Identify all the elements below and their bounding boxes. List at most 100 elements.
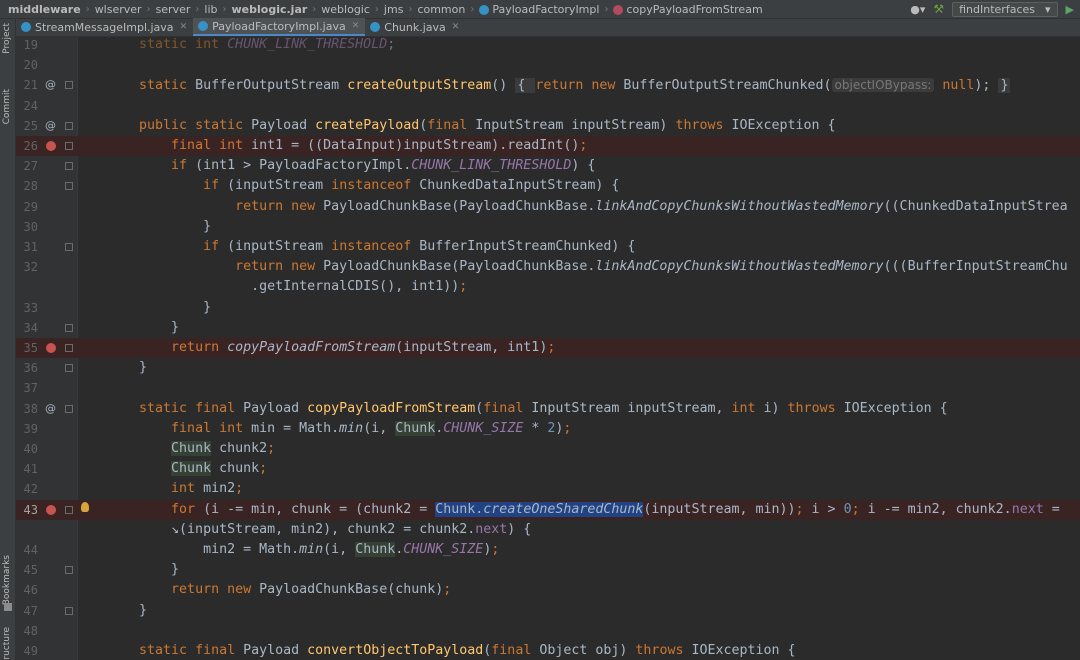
run-icon[interactable]: ▶ — [1066, 3, 1074, 16]
line-number[interactable]: 29 — [16, 197, 38, 217]
code-text[interactable]: if (int1 > PayloadFactoryImpl.CHUNK_LINK… — [107, 156, 595, 176]
fold-icon[interactable] — [65, 81, 73, 90]
code-text[interactable]: final int int1 = ((DataInput)inputStream… — [107, 136, 587, 156]
project-tool-button[interactable]: Project — [2, 23, 12, 54]
code-text[interactable]: final int min = Math.min(i, Chunk.CHUNK_… — [107, 419, 571, 439]
commit-tool-button[interactable]: Commit — [2, 89, 12, 124]
line-number[interactable]: 26 — [16, 136, 38, 156]
code-text[interactable]: return new PayloadChunkBase(PayloadChunk… — [107, 197, 1068, 217]
override-marker-icon[interactable]: @ — [45, 402, 56, 416]
code-text[interactable]: } — [107, 318, 179, 338]
line-number[interactable]: 35 — [16, 338, 38, 358]
line-number[interactable]: 38 — [16, 399, 38, 419]
lightbulb-icon[interactable] — [81, 501, 89, 512]
code-text[interactable]: if (inputStream instanceof ChunkedDataIn… — [107, 176, 619, 196]
line-number[interactable]: 48 — [16, 621, 38, 641]
fold-icon[interactable] — [65, 121, 73, 130]
fold-icon[interactable] — [65, 142, 73, 150]
breakpoint-icon[interactable] — [46, 141, 56, 151]
breakpoint-icon[interactable] — [46, 504, 56, 515]
close-icon[interactable]: ✕ — [352, 21, 360, 31]
line-number[interactable]: 20 — [16, 55, 38, 75]
override-marker-icon[interactable]: @ — [45, 119, 56, 133]
code-text[interactable]: return new PayloadChunkBase(chunk); — [107, 580, 451, 600]
fold-icon[interactable] — [65, 162, 73, 171]
code-text[interactable]: .getInternalCDIS(), int1)); — [107, 277, 467, 297]
fold-icon[interactable] — [65, 364, 73, 373]
line-number[interactable]: 36 — [16, 358, 38, 378]
line-number[interactable]: 32 — [16, 257, 38, 277]
fold-icon[interactable] — [65, 243, 73, 251]
fold-icon[interactable] — [65, 566, 73, 575]
line-number[interactable]: 46 — [16, 580, 38, 600]
structure-tool-button[interactable]: Structure — [2, 627, 12, 660]
close-icon[interactable]: ✕ — [180, 22, 188, 32]
code-text[interactable]: } — [107, 601, 147, 621]
code-text[interactable]: static final Payload copyPayloadFromStre… — [107, 399, 948, 419]
code-text[interactable]: } — [107, 298, 211, 318]
code-text[interactable]: return copyPayloadFromStream(inputStream… — [107, 338, 555, 358]
fold-icon[interactable] — [65, 505, 73, 514]
code-text[interactable]: } — [107, 560, 179, 580]
breadcrumb-item[interactable]: jms — [384, 3, 404, 16]
line-number[interactable]: 39 — [16, 419, 38, 439]
code-text[interactable]: static int CHUNK_LINK_THRESHOLD; — [107, 37, 395, 55]
line-number[interactable]: 28 — [16, 176, 38, 196]
code-text[interactable]: if (inputStream instanceof BufferInputSt… — [107, 237, 635, 257]
close-icon[interactable]: ✕ — [452, 22, 460, 32]
line-number[interactable]: 19 — [16, 37, 38, 55]
line-number[interactable]: 41 — [16, 459, 38, 479]
run-configuration-select[interactable]: findInterfaces ▾ — [952, 1, 1058, 17]
line-number[interactable]: 21 — [16, 75, 38, 95]
line-number[interactable]: 34 — [16, 318, 38, 338]
line-number[interactable]: 33 — [16, 298, 38, 318]
code-text[interactable]: return new PayloadChunkBase(PayloadChunk… — [107, 257, 1068, 277]
line-number[interactable]: 40 — [16, 439, 38, 459]
breadcrumb-item[interactable]: middleware — [8, 3, 81, 16]
editor-tab[interactable]: Chunk.java ✕ — [365, 18, 465, 36]
line-number[interactable]: 44 — [16, 540, 38, 560]
line-number[interactable]: 42 — [16, 479, 38, 499]
line-number[interactable]: 49 — [16, 641, 38, 660]
editor-tab[interactable]: PayloadFactoryImpl.java ✕ — [193, 18, 366, 36]
fold-icon[interactable] — [65, 344, 73, 352]
line-number[interactable]: 43 — [16, 500, 38, 520]
bookmarks-tool-button[interactable]: Bookmarks — [2, 555, 12, 605]
user-icon[interactable]: ●▾ — [910, 3, 925, 16]
code-editor[interactable]: 19 static int CHUNK_LINK_THRESHOLD; 20 21 @… — [16, 37, 1080, 660]
line-number[interactable]: 30 — [16, 217, 38, 237]
code-text[interactable]: } — [107, 358, 147, 378]
breadcrumb-item[interactable]: copyPayloadFromStream — [613, 3, 763, 16]
code-text[interactable]: static BufferOutputStream createOutputSt… — [107, 75, 1011, 96]
fold-icon[interactable] — [65, 404, 73, 413]
hammer-icon[interactable]: ⚒ — [933, 2, 944, 16]
code-text[interactable]: Chunk chunk; — [107, 459, 267, 479]
breadcrumb-item[interactable]: weblogic — [321, 3, 370, 16]
line-number[interactable]: 45 — [16, 560, 38, 580]
fold-icon[interactable] — [65, 182, 73, 191]
breadcrumb-item[interactable]: wlserver — [95, 3, 142, 16]
code-text[interactable]: static final Payload convertObjectToPayl… — [107, 641, 796, 660]
code-text[interactable]: } — [107, 217, 211, 237]
editor-tab[interactable]: StreamMessageImpl.java ✕ — [16, 18, 193, 36]
breadcrumb-item[interactable]: PayloadFactoryImpl — [479, 3, 599, 16]
line-number[interactable]: 31 — [16, 237, 38, 257]
breakpoint-icon[interactable] — [46, 343, 56, 353]
code-text[interactable]: for (i -= min, chunk = (chunk2 = Chunk.c… — [107, 500, 1060, 520]
breadcrumb-item[interactable]: weblogic.jar — [232, 3, 308, 16]
fold-icon[interactable] — [65, 323, 73, 332]
code-text[interactable]: ↘(inputStream, min2), chunk2 = chunk2.ne… — [107, 520, 531, 540]
line-number[interactable]: 47 — [16, 601, 38, 621]
override-marker-icon[interactable]: @ — [45, 78, 56, 92]
breadcrumb-item[interactable]: lib — [204, 3, 217, 16]
line-number[interactable]: 25 — [16, 116, 38, 136]
code-text[interactable]: Chunk chunk2; — [107, 439, 275, 459]
line-number[interactable]: 27 — [16, 156, 38, 176]
line-number[interactable]: 24 — [16, 96, 38, 116]
breadcrumb-item[interactable]: server — [156, 3, 191, 16]
code-text[interactable]: min2 = Math.min(i, Chunk.CHUNK_SIZE); — [107, 540, 499, 560]
fold-icon[interactable] — [65, 606, 73, 615]
line-number[interactable]: 37 — [16, 378, 38, 398]
code-text[interactable]: int min2; — [107, 479, 243, 499]
code-text[interactable]: public static Payload createPayload(fina… — [107, 116, 836, 136]
